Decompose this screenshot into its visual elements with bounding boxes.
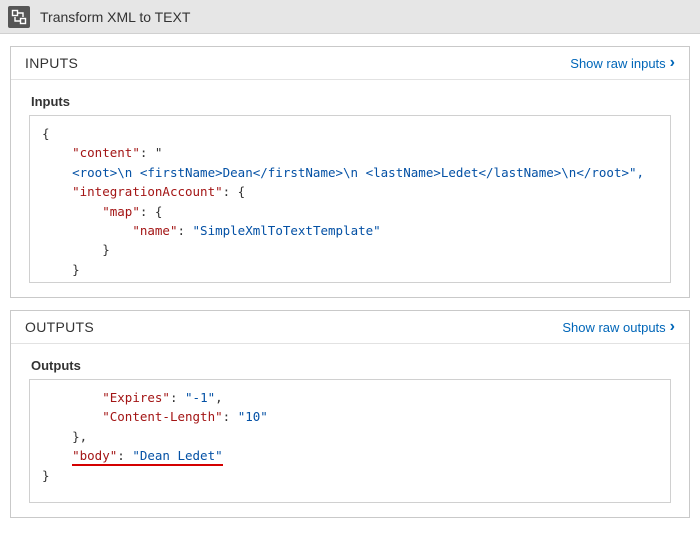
inputs-code-box[interactable]: { "content": " <root>\n <firstName>Dean<… [29, 115, 671, 283]
hscroll-spacer [30, 493, 671, 494]
outputs-code: "Expires": "-1", "Content-Length": "10" … [30, 380, 670, 493]
show-raw-inputs-label: Show raw inputs [570, 56, 665, 71]
outputs-header-label: OUTPUTS [25, 319, 94, 335]
outputs-panel: OUTPUTS Show raw outputs › Outputs "Expi… [10, 310, 690, 518]
outputs-code-box[interactable]: "Expires": "-1", "Content-Length": "10" … [29, 379, 671, 503]
show-raw-outputs-label: Show raw outputs [562, 320, 665, 335]
title-bar: Transform XML to TEXT [0, 0, 700, 34]
chevron-right-icon: › [670, 319, 675, 335]
inputs-header-label: INPUTS [25, 55, 78, 71]
outputs-header: OUTPUTS Show raw outputs › [11, 311, 689, 344]
show-raw-inputs-link[interactable]: Show raw inputs › [570, 55, 675, 71]
chevron-right-icon: › [670, 55, 675, 71]
outputs-subhead: Outputs [11, 344, 689, 379]
inputs-code: { "content": " <root>\n <firstName>Dean<… [30, 116, 670, 283]
show-raw-outputs-link[interactable]: Show raw outputs › [562, 319, 675, 335]
inputs-header: INPUTS Show raw inputs › [11, 47, 689, 80]
inputs-panel: INPUTS Show raw inputs › Inputs { "conte… [10, 46, 690, 298]
window-title: Transform XML to TEXT [40, 9, 190, 25]
inputs-subhead: Inputs [11, 80, 689, 115]
transform-icon [8, 6, 30, 28]
